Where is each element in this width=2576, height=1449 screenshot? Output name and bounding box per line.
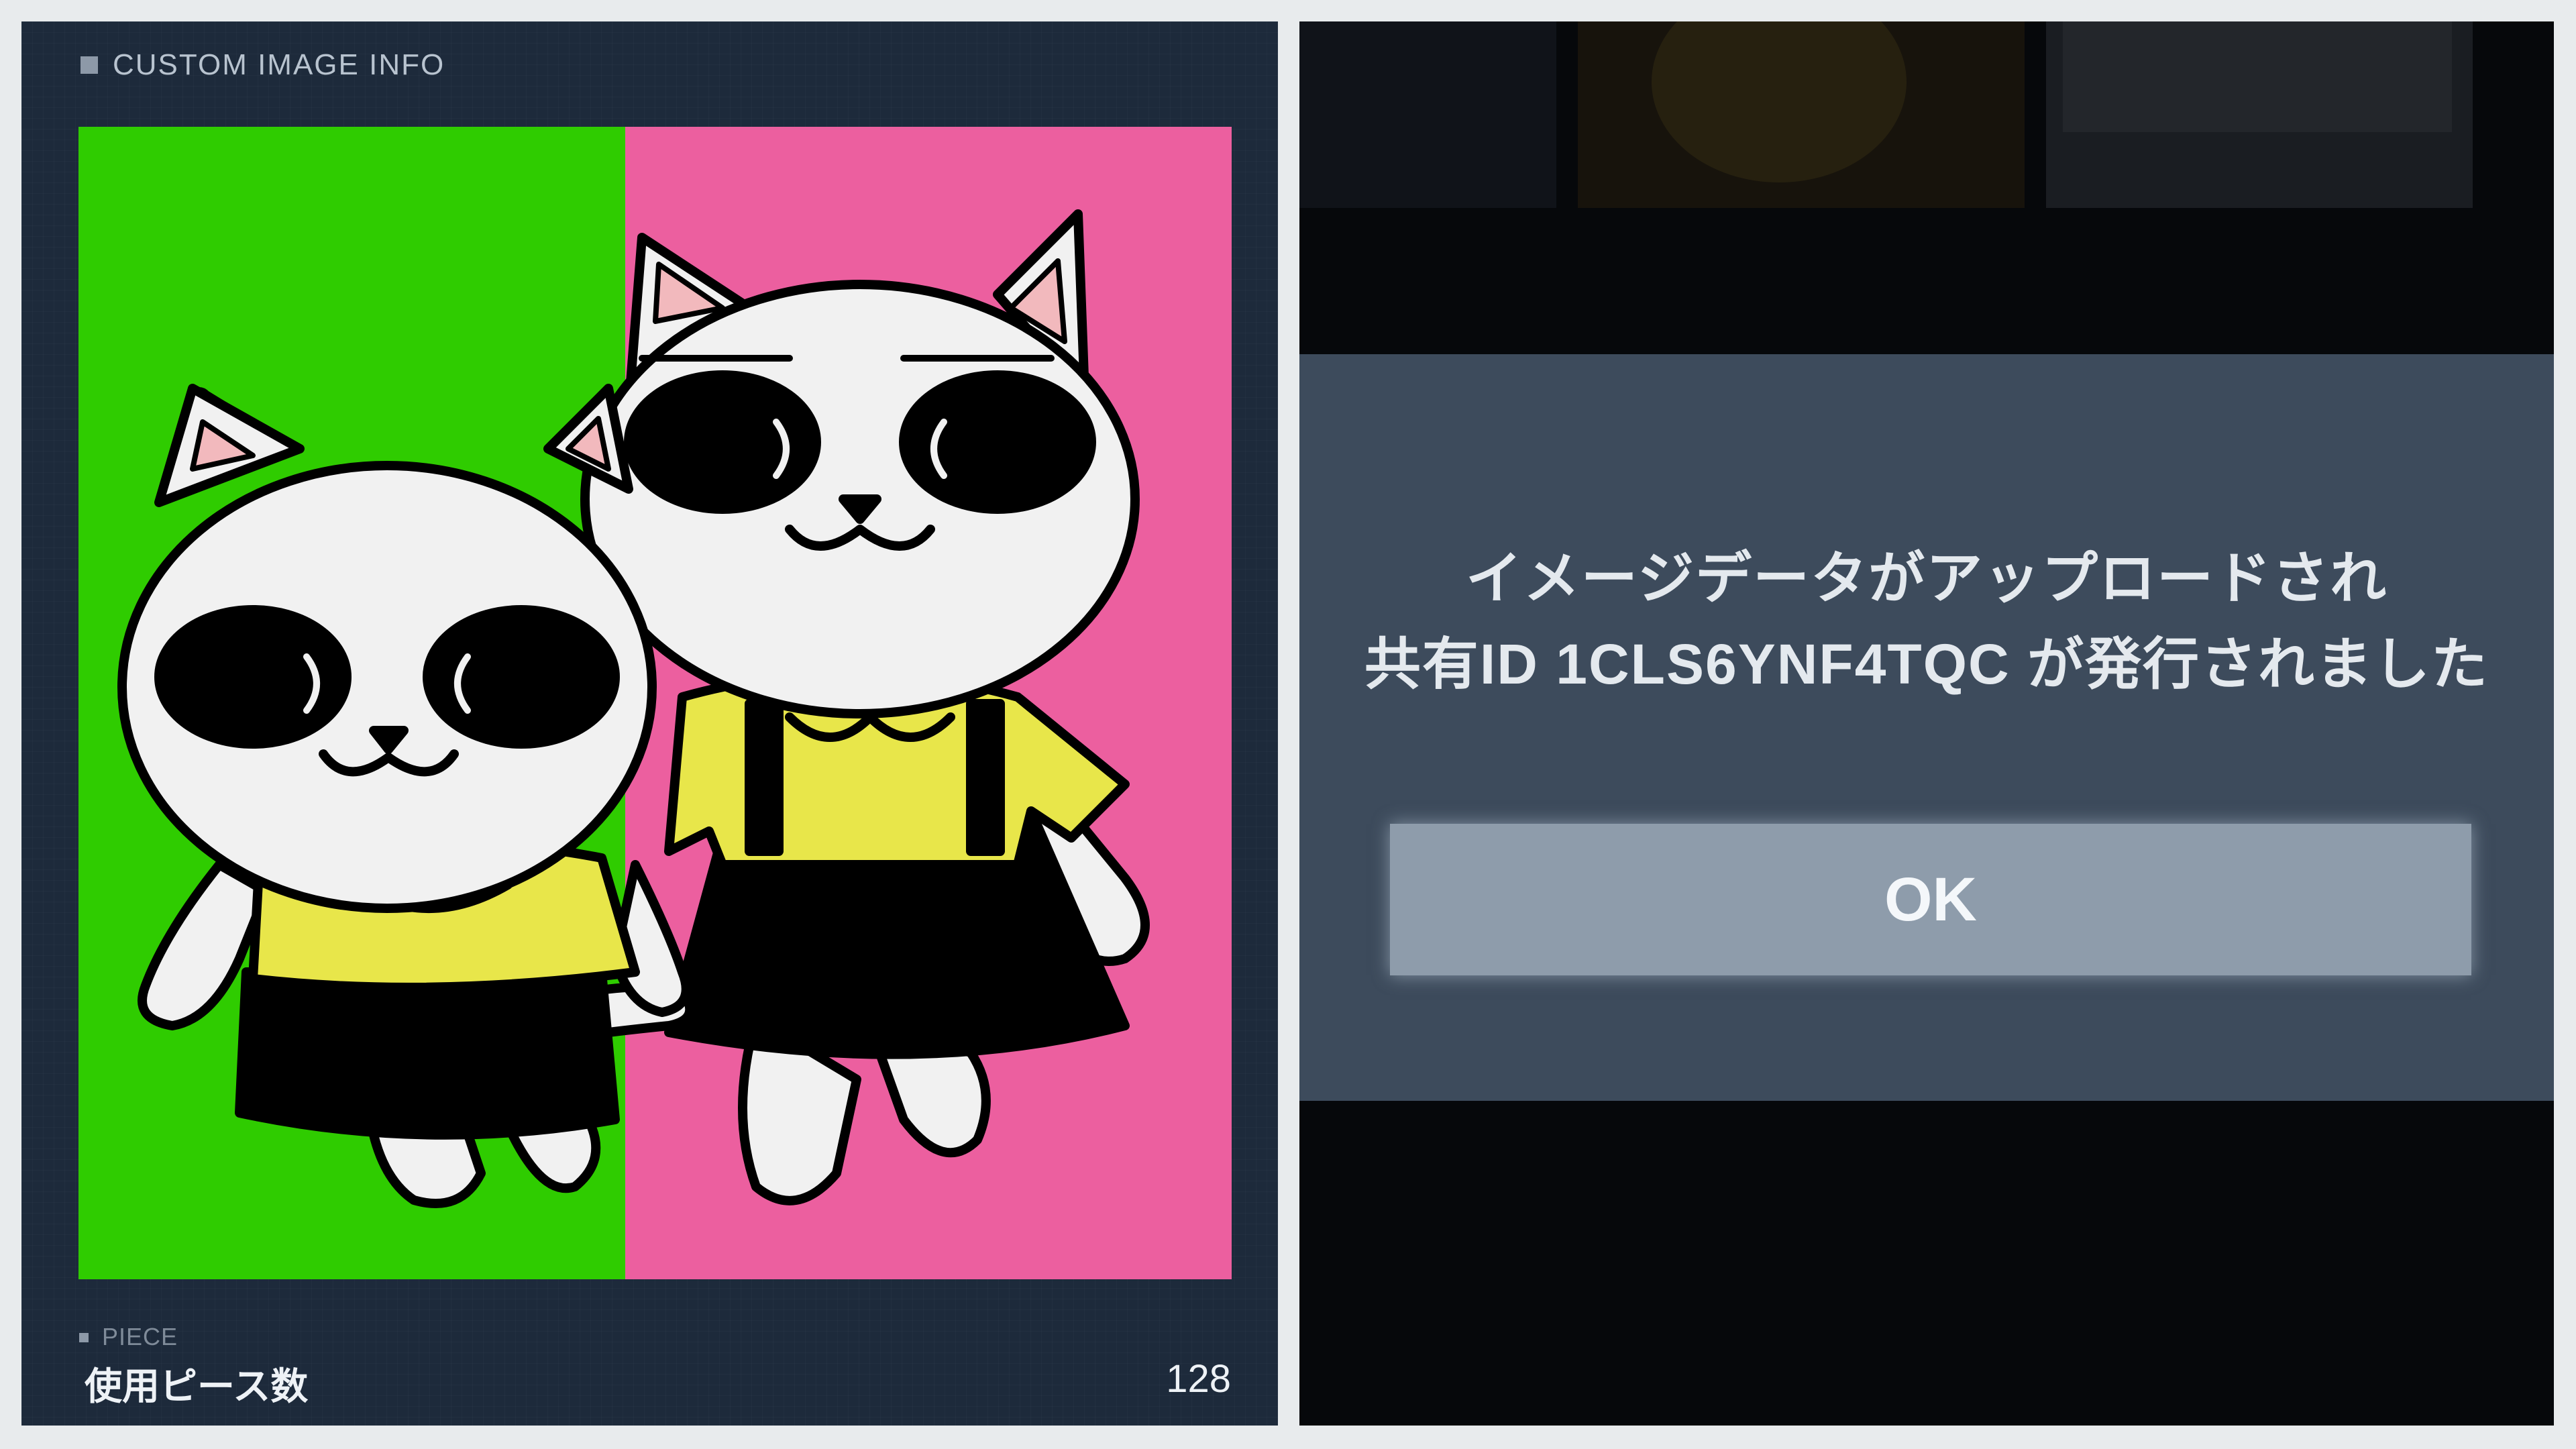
panel-title: CUSTOM IMAGE INFO <box>113 48 445 81</box>
background-thumbnail <box>2046 21 2473 208</box>
upload-result-screen: イメージデータがアップロードされ 共有ID 1CLS6YNF4TQC が発行され… <box>1299 21 2554 1426</box>
dialog-message-line-2: 共有ID 1CLS6YNF4TQC が発行されました <box>1364 633 2489 696</box>
custom-image-info-panel: CUSTOM IMAGE INFO PIECE 使用ピース数 128 <box>21 21 1278 1426</box>
custom-image-artwork <box>78 127 1232 1279</box>
two-cats-illustration <box>78 127 1232 1279</box>
ok-button[interactable]: OK <box>1390 824 2471 975</box>
background-thumbnail <box>1299 21 1556 208</box>
piece-section-label: PIECE <box>102 1323 178 1350</box>
header-square-icon <box>80 56 98 74</box>
background-thumbnail <box>1578 21 2025 208</box>
piece-count-value: 128 <box>1166 1357 1231 1401</box>
dialog-message: イメージデータがアップロードされ 共有ID 1CLS6YNF4TQC が発行され… <box>1299 535 2554 707</box>
piece-count-label: 使用ピース数 <box>85 1365 309 1407</box>
upload-complete-dialog: イメージデータがアップロードされ 共有ID 1CLS6YNF4TQC が発行され… <box>1299 354 2554 1101</box>
dialog-message-line-1: イメージデータがアップロードされ <box>1465 547 2388 610</box>
background-thumbnail-strip <box>1299 21 2554 223</box>
piece-square-icon <box>79 1333 89 1342</box>
